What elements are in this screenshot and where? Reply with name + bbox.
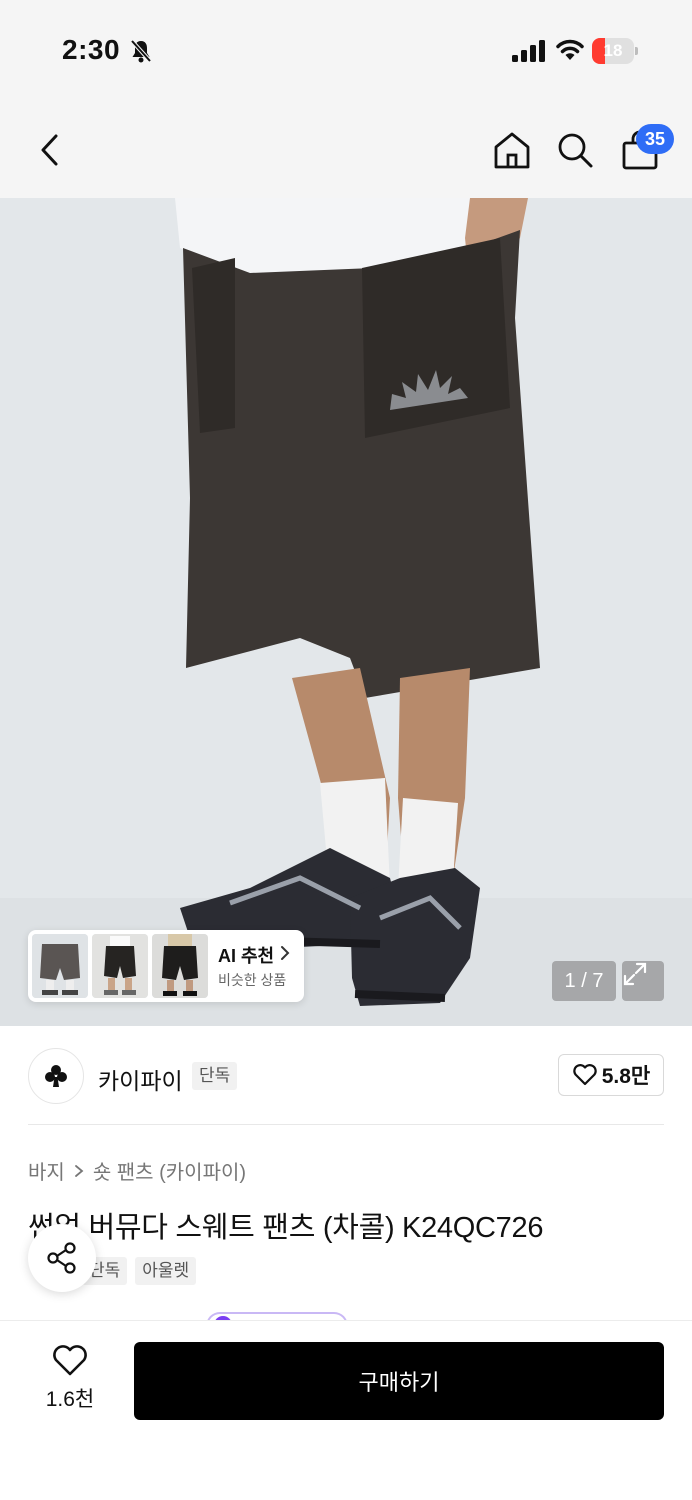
heart-icon bbox=[572, 1064, 597, 1086]
status-bar: 2:30 18 bbox=[0, 0, 692, 100]
product-photo bbox=[0, 198, 692, 1026]
cellular-signal-icon bbox=[512, 40, 545, 62]
search-icon bbox=[558, 133, 593, 168]
home-icon bbox=[494, 132, 530, 169]
chevron-left-icon bbox=[41, 134, 58, 166]
ai-recommend-subtitle: 비슷한 상품 bbox=[218, 972, 287, 988]
home-button[interactable] bbox=[488, 126, 536, 174]
gallery-page-indicator: 1 / 7 bbox=[552, 961, 616, 1001]
breadcrumb-category[interactable]: 바지 bbox=[28, 1156, 65, 1185]
wishlist-button[interactable]: 1.6천 bbox=[30, 1343, 110, 1423]
search-button[interactable] bbox=[551, 126, 599, 174]
ai-thumbnail bbox=[32, 934, 88, 998]
wifi-icon bbox=[556, 39, 584, 60]
cart-count-badge: 35 bbox=[636, 124, 674, 154]
exclusive-tag: 단독 bbox=[192, 1062, 238, 1090]
ai-recommend-card[interactable]: AI 추천 비슷한 상품 bbox=[28, 930, 304, 1002]
divider bbox=[28, 1124, 664, 1125]
ai-recommend-title: AI 추천 bbox=[218, 946, 275, 966]
top-nav-bar bbox=[0, 100, 692, 198]
bell-off-icon bbox=[130, 39, 152, 63]
expand-image-button[interactable] bbox=[622, 961, 664, 1001]
club-icon bbox=[45, 1065, 67, 1087]
back-button[interactable] bbox=[26, 126, 74, 174]
status-time: 2:30 bbox=[62, 34, 121, 65]
share-icon bbox=[47, 1242, 76, 1274]
product-title: 썬업 버뮤다 스웨트 팬츠 (차콜) K24QC726 bbox=[28, 1212, 544, 1244]
ai-thumbnail bbox=[152, 934, 208, 998]
ai-thumbnail bbox=[92, 934, 148, 998]
breadcrumb-subcategory[interactable]: 숏 팬츠 (카이파이) bbox=[93, 1156, 246, 1185]
brand-name[interactable]: 카이파이 bbox=[98, 1062, 183, 1096]
breadcrumb: 바지 숏 팬츠 (카이파이) bbox=[28, 1156, 246, 1185]
buy-button[interactable]: 구매하기 bbox=[134, 1342, 664, 1420]
chevron-right-icon bbox=[74, 1164, 84, 1177]
brand-like-count: 5.8만 bbox=[601, 1065, 651, 1088]
expand-icon bbox=[623, 962, 647, 986]
chevron-right-icon bbox=[281, 946, 290, 960]
battery-level: 18 bbox=[603, 41, 623, 60]
brand-like-button[interactable]: 5.8만 bbox=[558, 1054, 664, 1096]
product-image-gallery[interactable]: 1 / 7 bbox=[0, 198, 692, 1026]
wishlist-count: 1.6천 bbox=[45, 1388, 95, 1411]
product-tag: 아울렛 bbox=[135, 1257, 197, 1285]
battery-icon: 18 bbox=[592, 38, 638, 64]
heart-icon bbox=[53, 1345, 87, 1376]
brand-logo[interactable] bbox=[28, 1048, 84, 1104]
brand-row: 카이파이 단독 5.8만 bbox=[0, 1026, 692, 1126]
share-button[interactable] bbox=[28, 1224, 96, 1292]
bottom-action-bar: 1.6천 구매하기 bbox=[0, 1320, 692, 1500]
product-tags: 단독 아울렛 bbox=[82, 1257, 197, 1285]
